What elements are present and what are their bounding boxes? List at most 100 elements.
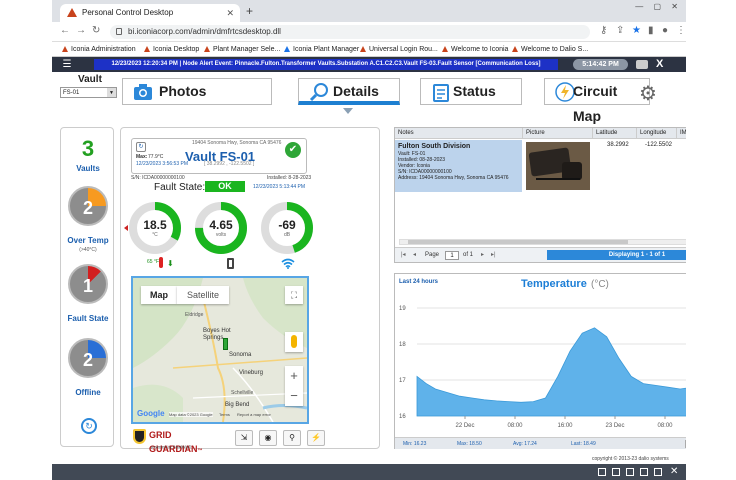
search-button[interactable]: ⚲	[283, 430, 301, 446]
vault-coords: [ 38.2992 , -122.5502 ]	[204, 161, 255, 167]
last-page-icon[interactable]: ▸|	[491, 248, 496, 263]
bookmark[interactable]: Welcome to Dalio S...	[512, 42, 588, 57]
chat-icon[interactable]	[636, 60, 648, 69]
window-icon[interactable]	[654, 468, 662, 476]
export-button[interactable]: ⇲	[235, 430, 253, 446]
next-page-icon[interactable]: ▸	[481, 248, 484, 263]
street-view-pegman-icon[interactable]	[285, 332, 303, 352]
bookmark[interactable]: Iconia Administration	[62, 42, 136, 57]
close-app-button[interactable]: X	[656, 58, 663, 70]
x-tick-label: 08:00	[657, 423, 673, 429]
vault-marker-icon[interactable]	[223, 338, 228, 350]
over-temp-label[interactable]: Over Temp	[61, 236, 115, 245]
device-photo[interactable]	[526, 142, 590, 190]
column-header-picture[interactable]: Picture	[523, 128, 593, 139]
satellite-view-tab[interactable]: Satellite	[177, 286, 229, 304]
offline-label[interactable]: Offline	[61, 388, 115, 397]
forward-icon[interactable]: →	[76, 25, 86, 36]
map-place-label: Eldridge	[185, 312, 204, 318]
window-controls[interactable]: — ▢ ✕	[635, 2, 682, 11]
chart-type-icon[interactable]	[685, 440, 686, 448]
temperature-series-area[interactable]	[416, 326, 686, 417]
tab-details[interactable]: Details	[298, 78, 400, 105]
new-tab-icon[interactable]: +	[246, 4, 253, 18]
window-icon[interactable]	[626, 468, 634, 476]
tab-circuit-map[interactable]: Circuit Map	[544, 78, 650, 124]
bookmark[interactable]: Universal Login Rou...	[360, 42, 438, 57]
clipboard-icon	[433, 84, 449, 102]
photo-button[interactable]: ◉	[259, 430, 277, 446]
browser-tab[interactable]: Personal Control Desktop ✕	[60, 4, 240, 22]
page-input[interactable]: 1	[445, 251, 459, 260]
hamburger-menu-icon[interactable]: ☰	[58, 59, 76, 70]
alert-ticker[interactable]: 12/23/2023 12:20:34 PM | Node Alert Even…	[94, 59, 558, 70]
back-icon[interactable]: ←	[60, 25, 70, 36]
map-report-link[interactable]: Report a map error	[237, 412, 271, 417]
temperature-gauge[interactable]: 18.5 °C	[127, 200, 183, 256]
key-icon[interactable]: ⚷	[600, 25, 607, 36]
zoom-in-icon[interactable]: +	[285, 366, 303, 386]
fault-state-label[interactable]: Fault State	[61, 314, 115, 323]
page-label: Page	[425, 252, 440, 258]
chevron-down-icon: ▼	[107, 88, 116, 97]
window-icon[interactable]	[640, 468, 648, 476]
bookmark[interactable]: Plant Manager Sele...	[204, 42, 280, 57]
scrollbar-thumb[interactable]	[408, 240, 628, 244]
column-header-imei[interactable]: IMEI Number	[677, 128, 686, 139]
close-icon[interactable]: ✕	[670, 466, 678, 477]
fullscreen-icon[interactable]: ⛶	[285, 286, 303, 304]
zoom-controls[interactable]: + −	[285, 366, 303, 406]
map-place-label: Vineburg	[239, 370, 263, 376]
horizontal-scrollbar[interactable]	[399, 239, 686, 245]
vault-select[interactable]: FS-01 ▼	[60, 87, 117, 98]
vault-label: Vault	[78, 74, 102, 85]
bookmark[interactable]: Iconia Desktop	[144, 42, 199, 57]
stat-avg: Avg: 17.24	[513, 441, 537, 447]
reload-icon[interactable]: ↻	[92, 25, 100, 36]
signal-gauge[interactable]: -69 dB	[259, 200, 315, 256]
circuit-button[interactable]: ⚡	[307, 430, 325, 446]
export-icon: ⇲	[240, 433, 248, 442]
column-header-latitude[interactable]: Latitude	[593, 128, 637, 139]
google-logo: Google	[137, 409, 165, 418]
share-icon[interactable]: ⇪	[616, 25, 624, 36]
refresh-icon[interactable]: ↻	[81, 418, 97, 434]
profile-icon[interactable]: ●	[662, 25, 668, 36]
camera-icon: ◉	[264, 433, 272, 442]
url-input[interactable]: bi.iconiacorp.com/admin/dmfrtcsdesktop.d…	[110, 25, 590, 39]
voltage-gauge[interactable]: 4.65 volts	[193, 200, 249, 256]
y-tick-label: 16	[399, 414, 406, 420]
star-icon[interactable]: ★	[632, 25, 641, 36]
temperature-chart[interactable]: 1918171622 Dec 08:00 16:00 23 Dec 08:00 16:00	[395, 302, 686, 436]
bookmark[interactable]: Iconia Plant Manager	[284, 42, 359, 57]
shield-icon	[133, 429, 146, 444]
vault-serial: S/N: ICDA00000000100	[131, 175, 185, 181]
bookmark[interactable]: Welcome to Iconia	[442, 42, 508, 57]
magnifier-icon	[309, 83, 328, 102]
table-row[interactable]: Fulton South Division Vault: FS-01 Insta…	[395, 140, 686, 198]
gear-icon[interactable]: ⚙	[639, 81, 657, 106]
offline-pie[interactable]: 2	[68, 338, 108, 378]
prev-page-icon[interactable]: ◂	[413, 248, 416, 263]
window-icon[interactable]	[598, 468, 606, 476]
kebab-menu-icon[interactable]: ⋮	[676, 25, 686, 36]
close-tab-icon[interactable]: ✕	[226, 4, 234, 22]
fault-state-pie[interactable]: 1	[68, 264, 108, 304]
tab-photos[interactable]: Photos	[122, 78, 272, 105]
map-view-tab[interactable]: Map	[141, 286, 177, 304]
map-terms-link[interactable]: Terms	[219, 412, 230, 417]
tab-status[interactable]: Status	[420, 78, 522, 105]
first-page-icon[interactable]: |◂	[401, 248, 406, 263]
window-icon[interactable]	[612, 468, 620, 476]
zoom-out-icon[interactable]: −	[285, 386, 303, 406]
vault-map[interactable]: Map Satellite ⛶ + − Eldridge Boyes Hot S…	[131, 276, 309, 424]
page-count: of 1	[463, 252, 474, 258]
over-temp-threshold: (>40°C)	[79, 247, 97, 253]
column-header-longitude[interactable]: Longitude	[637, 128, 677, 139]
vaults-label[interactable]: Vaults	[61, 164, 115, 173]
sidepanel-icon[interactable]: ▮	[648, 25, 654, 36]
column-header-notes[interactable]: Notes	[395, 128, 523, 139]
vault-address: 19404 Sonoma Hwy, Sonoma CA 95476	[192, 140, 282, 146]
chart-unit: (°C)	[591, 279, 609, 290]
over-temp-pie[interactable]: 2	[68, 186, 108, 226]
